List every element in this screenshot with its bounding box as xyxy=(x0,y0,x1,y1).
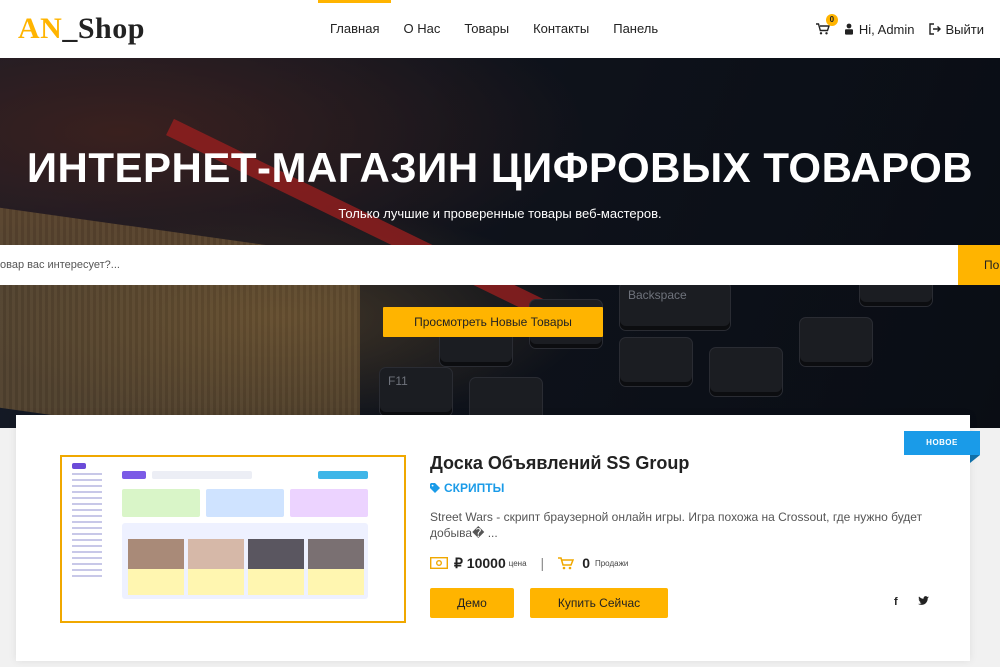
hero-subtitle: Только лучшие и проверенные товары веб-м… xyxy=(338,206,662,221)
facebook-icon[interactable]: f xyxy=(894,596,898,608)
user-greeting: Hi, Admin xyxy=(858,21,915,37)
product-stats: ₽ 10000 цена | 0 Продажи xyxy=(430,553,628,573)
stats-separator: | xyxy=(540,555,545,571)
search-button[interactable]: По xyxy=(958,245,1000,285)
product-title[interactable]: Доска Объявлений SS Group xyxy=(430,453,689,474)
keyboard-key: F11 xyxy=(380,368,452,416)
thumb-tile xyxy=(122,489,200,517)
cart-button[interactable]: 0 xyxy=(815,14,838,35)
sales-label: Продажи xyxy=(594,558,629,568)
thumb-item xyxy=(128,539,184,595)
thumb-item xyxy=(188,539,244,595)
logout-label: Выйти xyxy=(945,21,985,37)
price-label: цена xyxy=(508,558,527,568)
keyboard-key: Backspace xyxy=(620,282,730,330)
nav-contacts[interactable]: Контакты xyxy=(521,0,601,58)
keyboard-key-blank xyxy=(620,338,692,386)
nav-home[interactable]: Главная xyxy=(318,0,392,58)
nav-panel[interactable]: Панель xyxy=(601,0,670,58)
logout-icon xyxy=(928,23,941,35)
site-header: AN_Shop Главная О Нас Товары Контакты Па… xyxy=(0,0,1000,58)
product-sales: 0 xyxy=(582,555,590,571)
main-nav: Главная О Нас Товары Контакты Панель xyxy=(318,0,670,58)
cart-count-badge: 0 xyxy=(825,14,838,26)
nav-about[interactable]: О Нас xyxy=(391,0,452,58)
logout-link[interactable]: Выйти xyxy=(928,21,985,37)
thumb-tile xyxy=(290,489,368,517)
product-description: Street Wars - скрипт браузерной онлайн и… xyxy=(430,510,923,540)
user-menu[interactable]: Hi, Admin xyxy=(844,22,915,37)
thumb-item xyxy=(248,539,304,595)
logo-rest: _Shop xyxy=(62,12,145,45)
buy-now-button[interactable]: Купить Сейчас xyxy=(530,588,668,618)
search-bar: По xyxy=(0,245,1000,285)
keyboard-key-blank xyxy=(710,348,782,396)
hero-bg-box xyxy=(0,207,360,428)
new-ribbon: НОВОЕ xyxy=(904,431,980,463)
twitter-icon[interactable] xyxy=(918,596,929,609)
hero-title: ИНТЕРНЕТ-МАГАЗИН ЦИФРОВЫХ ТОВАРОВ xyxy=(26,144,974,191)
product-price: ₽ 10000 xyxy=(454,554,506,571)
view-new-products-button[interactable]: Просмотреть Новые Товары xyxy=(383,307,603,337)
category-label: СКРИПТЫ xyxy=(444,481,505,495)
site-logo[interactable]: AN_Shop xyxy=(18,12,145,46)
product-thumbnail[interactable] xyxy=(60,455,406,623)
tag-icon xyxy=(430,483,440,493)
thumb-logo xyxy=(72,463,86,469)
money-icon xyxy=(430,557,448,569)
product-category[interactable]: СКРИПТЫ xyxy=(430,481,504,495)
nav-products[interactable]: Товары xyxy=(452,0,521,58)
search-input[interactable] xyxy=(0,245,958,285)
logo-main: AN xyxy=(18,12,63,45)
thumb-sidebar xyxy=(72,473,112,613)
thumb-header xyxy=(122,471,368,481)
demo-button[interactable]: Демо xyxy=(430,588,514,618)
user-area: 0 Hi, Admin Выйти xyxy=(815,0,985,58)
hero-banner: F12 Insert Backspace F11 ИНТЕРНЕТ-МАГАЗИ… xyxy=(0,58,1000,428)
thumb-item xyxy=(308,539,364,595)
keyboard-key-blank xyxy=(800,318,872,366)
product-card: НОВОЕ Доска Объявлений SS Group СКРИПТЫ … xyxy=(16,415,980,661)
user-lock-icon xyxy=(844,23,853,35)
cart-icon xyxy=(558,556,575,569)
thumb-tile xyxy=(206,489,284,517)
